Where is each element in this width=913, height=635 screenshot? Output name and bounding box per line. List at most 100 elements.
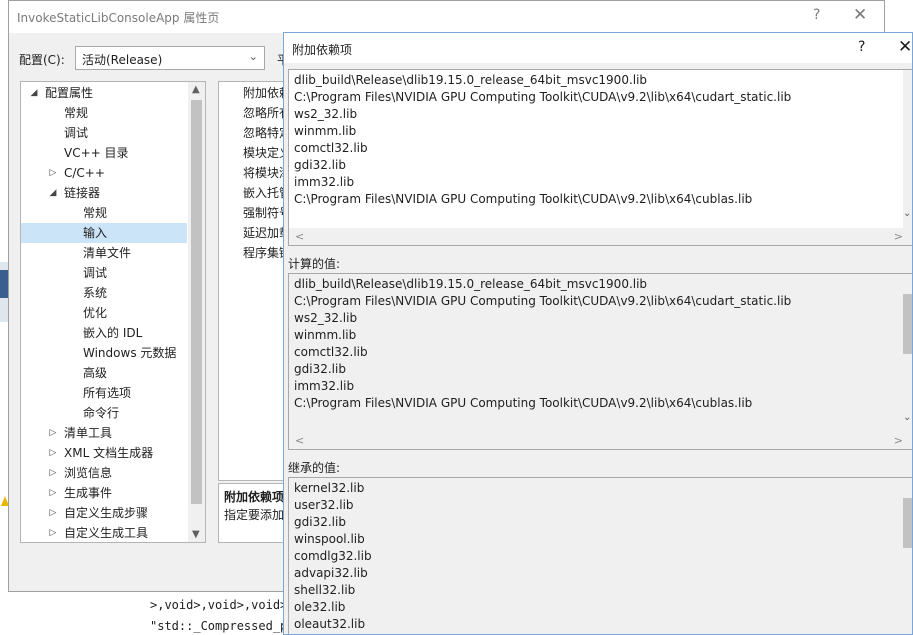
scroll-left-icon[interactable]: < (295, 230, 304, 243)
dependencies-titlebar: 附加依赖项 ? ✕ (284, 33, 912, 63)
help-icon[interactable]: ? (813, 7, 820, 23)
computed-line: imm32.lib (294, 379, 355, 393)
tree-item[interactable]: ▷ C/C++ (21, 163, 187, 183)
tree-item[interactable]: ◢ 链接器 (21, 183, 187, 203)
computed-values-label: 计算的值: (288, 257, 341, 271)
tree-item-label: 输入 (83, 226, 108, 240)
tree-item[interactable]: 输入 (21, 223, 187, 243)
dependency-line[interactable]: dlib_build\Release\dlib19.15.0_release_6… (294, 72, 791, 89)
inherited-line: gdi32.lib (294, 515, 346, 529)
scroll-left-icon[interactable]: < (295, 434, 304, 447)
inherited-values-box: kernel32.lib user32.lib gdi32.lib winspool.… (288, 477, 912, 634)
background-panel-tab (0, 270, 8, 298)
dependency-line[interactable]: gdi32.lib (294, 157, 791, 174)
configuration-select[interactable]: 活动(Release) ⌄ (75, 46, 265, 70)
scroll-down-icon[interactable]: ⌄ (903, 208, 911, 219)
tree-item-label: 清单文件 (83, 246, 132, 260)
expand-arrow-icon[interactable]: ▷ (48, 503, 58, 523)
expand-arrow-icon[interactable]: ▷ (48, 163, 58, 183)
tree-item-label: 浏览信息 (64, 466, 113, 480)
inherited-values-label: 继承的值: (288, 461, 341, 475)
tree-item-label: 调试 (64, 126, 89, 140)
tree-item[interactable]: ◢ 配置属性 (21, 83, 187, 103)
configuration-label: 配置(C): (19, 53, 65, 67)
expand-arrow-icon[interactable]: ▷ (48, 483, 58, 503)
dependency-line[interactable]: C:\Program Files\NVIDIA GPU Computing To… (294, 191, 791, 208)
property-row[interactable]: 附加依赖 (243, 83, 287, 103)
close-icon[interactable]: ✕ (853, 5, 867, 25)
property-row[interactable]: 模块定义 (243, 143, 287, 163)
inherited-lines: kernel32.lib user32.lib gdi32.lib winspool.… (294, 480, 372, 633)
collapse-arrow-icon[interactable]: ◢ (48, 183, 58, 203)
tree-item[interactable]: 优化 (21, 303, 187, 323)
tree-item-label: 自定义生成工具 (64, 526, 149, 540)
property-row[interactable]: 忽略特定 (243, 123, 287, 143)
close-icon[interactable]: ✕ (898, 37, 912, 57)
scroll-down-icon[interactable]: ▼ (192, 529, 200, 540)
scroll-down-icon[interactable]: ⌄ (903, 412, 911, 423)
computed-line: dlib_build\Release\dlib19.15.0_release_6… (294, 277, 648, 291)
property-row[interactable]: 延迟加载 (243, 223, 287, 243)
dependency-line[interactable]: winmm.lib (294, 123, 791, 140)
tree-item[interactable]: 命令行 (21, 403, 187, 423)
horizontal-scrollbar[interactable]: < > (289, 432, 912, 449)
property-row[interactable]: 将模块添 (243, 163, 287, 183)
tree-item[interactable]: Windows 元数据 (21, 343, 187, 363)
property-grid: 附加依赖 忽略所有 忽略特定 模块定义 将模块添 嵌入托管 强制符号 延迟加载 程序集链 (218, 81, 288, 481)
tree-item-label: VC++ 目录 (64, 146, 129, 160)
tree-item[interactable]: ▷ 自定义生成步骤 (21, 503, 187, 523)
tree-item[interactable]: ▷ 清单工具 (21, 423, 187, 443)
inherited-line: comdlg32.lib (294, 549, 372, 563)
tree-item[interactable]: 所有选项 (21, 383, 187, 403)
horizontal-scrollbar[interactable]: < > (289, 228, 912, 245)
expand-arrow-icon[interactable]: ▷ (48, 423, 58, 443)
expand-arrow-icon[interactable]: ▷ (48, 463, 58, 483)
scroll-right-icon[interactable]: > (894, 434, 903, 447)
description-text: 指定要添加 (224, 508, 285, 522)
tree-item[interactable]: 系统 (21, 283, 187, 303)
inherited-line: ole32.lib (294, 600, 346, 614)
scroll-thumb[interactable] (903, 498, 912, 548)
tree-item[interactable]: VC++ 目录 (21, 143, 187, 163)
scroll-right-icon[interactable]: > (894, 230, 903, 243)
edit-lines[interactable]: dlib_build\Release\dlib19.15.0_release_6… (294, 72, 791, 208)
tree-item[interactable]: 常规 (21, 203, 187, 223)
tree-item[interactable]: 常规 (21, 103, 187, 123)
tree-item[interactable]: 高级 (21, 363, 187, 383)
scroll-up-icon[interactable]: ▲ (192, 84, 200, 95)
vertical-scrollbar[interactable]: ⌄ (903, 274, 912, 449)
collapse-arrow-icon[interactable]: ◢ (29, 83, 39, 103)
dependencies-title: 附加依赖项 (292, 43, 353, 57)
property-tree: ▷ 自定义生成工具 ▷ 自定义生成步骤 ▷ 生成事件 ▷ 浏览信息 ▷ XML 文档生成器 ▷ 清单工… (20, 81, 206, 543)
dependency-line[interactable]: C:\Program Files\NVIDIA GPU Computing To… (294, 89, 791, 106)
vertical-scrollbar[interactable]: ⌄ (903, 70, 912, 245)
tree-item[interactable]: 嵌入的 IDL (21, 323, 187, 343)
tree-item-label: 命令行 (83, 406, 120, 420)
tree-item[interactable]: 调试 (21, 263, 187, 283)
tree-item[interactable]: 调试 (21, 123, 187, 143)
computed-line: C:\Program Files\NVIDIA GPU Computing To… (294, 294, 792, 308)
dependencies-edit-box[interactable]: dlib_build\Release\dlib19.15.0_release_6… (288, 69, 912, 246)
tree-item[interactable]: ▷ 浏览信息 (21, 463, 187, 483)
property-row[interactable]: 忽略所有 (243, 103, 287, 123)
tree-item[interactable]: 清单文件 (21, 243, 187, 263)
dependency-line[interactable]: comctl32.lib (294, 140, 791, 157)
tree-scrollbar[interactable]: ▲ ▼ (188, 82, 205, 542)
tree-item-label: C/C++ (64, 166, 105, 180)
dependency-line[interactable]: imm32.lib (294, 174, 791, 191)
expand-arrow-icon[interactable]: ▷ (48, 443, 58, 463)
expand-arrow-icon[interactable]: ▷ (48, 523, 58, 542)
tree-item-label: 系统 (83, 286, 108, 300)
tree-item[interactable]: ▷ XML 文档生成器 (21, 443, 187, 463)
tree-item[interactable]: ▷ 自定义生成工具 (21, 523, 187, 542)
help-icon[interactable]: ? (858, 39, 865, 55)
vertical-scrollbar[interactable] (903, 478, 912, 634)
property-row[interactable]: 嵌入托管 (243, 183, 287, 203)
inherited-line: winspool.lib (294, 532, 365, 546)
property-row[interactable]: 程序集链 (243, 243, 287, 263)
scroll-thumb[interactable] (903, 294, 912, 354)
scroll-thumb[interactable] (191, 100, 202, 504)
tree-item[interactable]: ▷ 生成事件 (21, 483, 187, 503)
property-row[interactable]: 强制符号 (243, 203, 287, 223)
dependency-line[interactable]: ws2_32.lib (294, 106, 791, 123)
